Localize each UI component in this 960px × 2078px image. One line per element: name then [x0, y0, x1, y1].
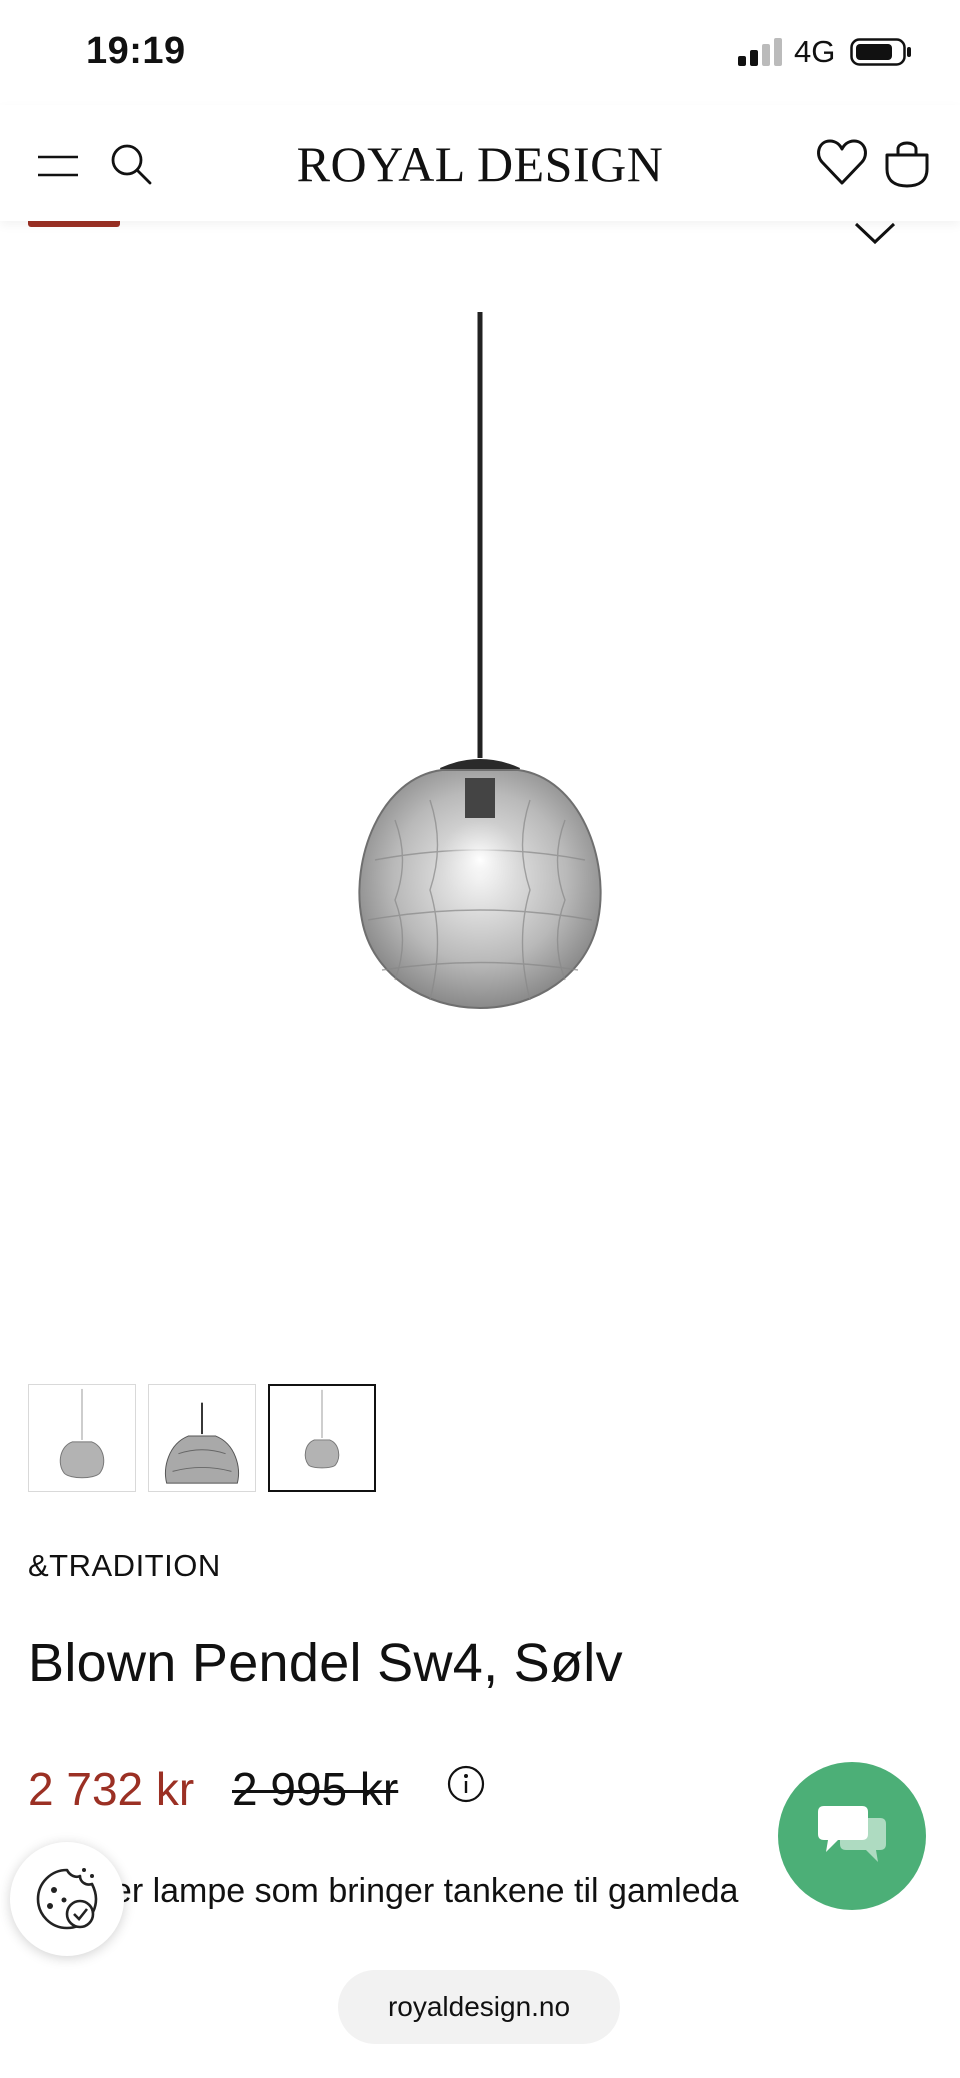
info-icon[interactable]	[446, 1764, 486, 1804]
original-price: 2 995 kr	[232, 1763, 399, 1815]
thumbnail-1[interactable]	[28, 1384, 136, 1492]
battery-icon	[850, 38, 911, 66]
current-price: 2 732 kr	[28, 1763, 195, 1815]
thumbnail-2[interactable]	[148, 1384, 256, 1492]
chat-icon	[818, 1806, 886, 1862]
product-image	[358, 312, 602, 1010]
chat-button[interactable]	[778, 1762, 926, 1910]
cookie-settings-button[interactable]	[10, 1842, 124, 1956]
signal-icon	[738, 38, 782, 66]
active-tab-indicator	[28, 220, 120, 227]
heart-icon[interactable]	[816, 137, 868, 187]
chevron-down-icon[interactable]	[852, 220, 898, 248]
status-bar: 19:19 4G	[0, 0, 960, 105]
status-time: 19:19	[86, 30, 186, 72]
network-label: 4G	[794, 34, 836, 69]
product-title: Blown Pendel Sw4, Sølv	[28, 1633, 623, 1693]
thumbnail-3[interactable]	[268, 1384, 376, 1492]
browser-url-bar[interactable]: royaldesign.no	[338, 1970, 620, 2044]
site-header: ROYAL DESIGN	[0, 105, 960, 221]
product-brand[interactable]: &TRADITION	[28, 1548, 221, 1584]
cookie-icon	[36, 1868, 98, 1930]
bag-icon[interactable]	[883, 135, 931, 189]
product-description: ekker lampe som bringer tankene til gaml…	[60, 1872, 739, 1910]
